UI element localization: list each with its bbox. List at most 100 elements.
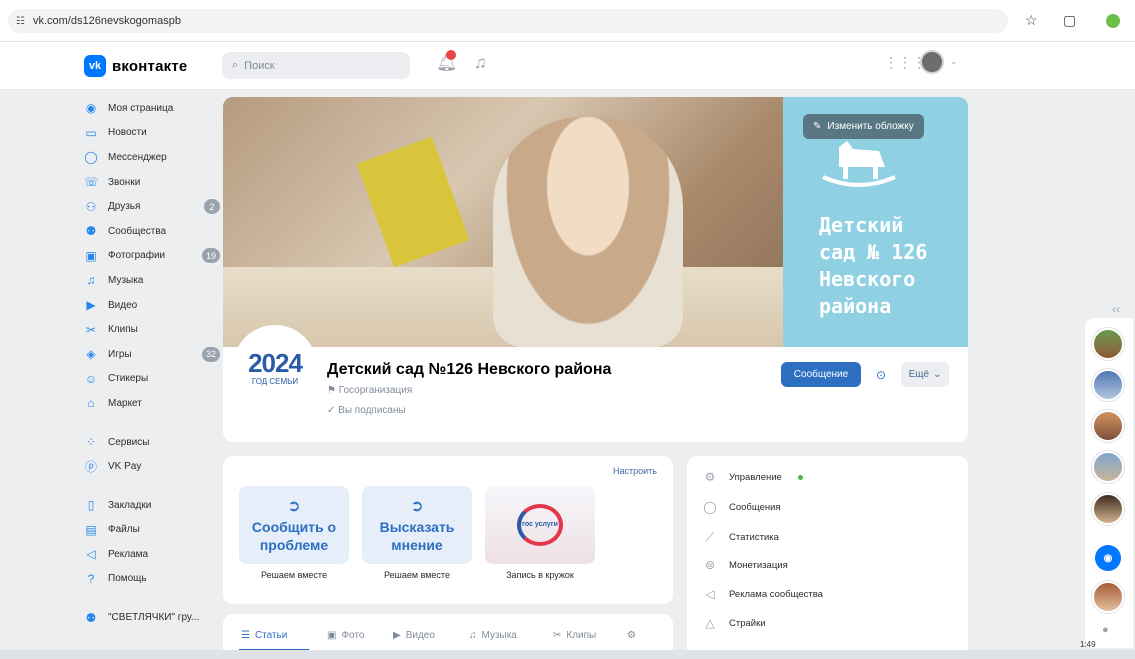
sidebar-item[interactable]: ▤ Файлы bbox=[84, 518, 224, 543]
money-icon: ⊜ bbox=[704, 558, 716, 572]
sidebar-item[interactable]: ⚉ Сообщества bbox=[84, 219, 224, 244]
more-button[interactable]: Ещё ⌄ bbox=[901, 362, 949, 387]
collapse-chevron-icon[interactable]: ‹‹ bbox=[1112, 302, 1120, 316]
widget-give-opinion[interactable]: ➲ Высказать мнение bbox=[362, 486, 472, 564]
sidebar-item-label: Стикеры bbox=[108, 373, 149, 385]
admin-item-messages[interactable]: ◯ Сообщения bbox=[703, 500, 781, 514]
sidebar-item-label: Мессенджер bbox=[108, 151, 167, 163]
cover-photo-child bbox=[493, 117, 683, 347]
chat-avatar[interactable] bbox=[1092, 369, 1124, 401]
search-input[interactable]: ⌕ Поиск bbox=[222, 52, 410, 79]
vk-header: vk вконтакте ⌕ Поиск 🔔︎ ♫ bbox=[0, 42, 1135, 90]
widget-gosuslugi[interactable]: гос услуги bbox=[485, 486, 595, 564]
friends-icon: ⚇ bbox=[85, 199, 97, 214]
configure-link[interactable]: Настроить bbox=[613, 466, 657, 476]
admin-item-strikes[interactable]: △ Страйки bbox=[703, 616, 765, 630]
sidebar-item-label: Помощь bbox=[108, 573, 147, 585]
admin-item-manage[interactable]: ⚙ Управление bbox=[703, 470, 803, 484]
flag-icon: ⚑ bbox=[327, 385, 339, 396]
check-icon: ✓ bbox=[327, 405, 339, 416]
search-icon: ⌕ bbox=[232, 59, 239, 71]
tab-articles[interactable]: ☰ Статьи bbox=[241, 630, 287, 641]
sidebar-item[interactable]: ⌂ Маркет bbox=[84, 391, 224, 416]
sidebar-item[interactable]: ▭ Новости bbox=[84, 121, 224, 146]
chat-avatar[interactable] bbox=[1092, 410, 1124, 442]
vk-logo[interactable]: vk вконтакте bbox=[84, 55, 187, 77]
chat-avatar[interactable] bbox=[1092, 581, 1124, 613]
more-label: Ещё bbox=[908, 369, 930, 380]
chat-bubble-icon[interactable]: ● bbox=[1102, 624, 1109, 636]
chat-avatar[interactable] bbox=[1092, 328, 1124, 360]
tab-label: Фото bbox=[341, 630, 365, 641]
address-bar[interactable]: ☷ vk.com/ds126nevskogomaspb bbox=[8, 9, 1008, 33]
admin-label: Сообщения bbox=[729, 501, 781, 513]
vkpay-icon: ⓟ bbox=[84, 460, 97, 475]
sidebar-item-label: Сообщества bbox=[108, 225, 167, 237]
sidebar-item[interactable]: ⓟ VK Pay bbox=[84, 454, 224, 479]
sidebar-item-label: Моя страница bbox=[108, 102, 174, 114]
widget-report-problem[interactable]: ➲ Сообщить о проблеме bbox=[239, 486, 349, 564]
sidebar-item[interactable]: ⚉ "СВЕТЛЯЧКИ" гру... bbox=[84, 605, 224, 630]
ads-icon: ◁ bbox=[86, 547, 96, 562]
bookmark-star-icon[interactable]: ☆ bbox=[1025, 12, 1038, 29]
donate-icon[interactable]: ⊙ bbox=[867, 362, 895, 387]
sidebar-item[interactable]: ♫ Музыка bbox=[84, 268, 224, 293]
sidebar-item[interactable]: ▶ Видео bbox=[84, 293, 224, 318]
chevron-down-icon[interactable]: ⌄ bbox=[950, 56, 958, 67]
chat-avatar[interactable] bbox=[1092, 451, 1124, 483]
tab-photo[interactable]: ▣ Фото bbox=[327, 630, 364, 641]
video-icon: ▶ bbox=[86, 298, 96, 313]
edit-cover-button[interactable]: ✎ Изменить обложку bbox=[803, 114, 924, 139]
sidebar-item[interactable]: ◯ Мессенджер bbox=[84, 145, 224, 170]
pencil-icon: ✎ bbox=[813, 121, 822, 132]
sidebar-item-label: Звонки bbox=[108, 176, 141, 188]
sidebar-item[interactable]: ? Помощь bbox=[84, 567, 224, 592]
notification-badge bbox=[446, 50, 456, 60]
status-dot bbox=[797, 474, 803, 480]
sidebar-item[interactable]: ▣ Фотографии 19 bbox=[84, 244, 224, 269]
sidebar-item[interactable]: ⚇ Друзья 2 bbox=[84, 194, 224, 219]
feedback-icon: ➲ bbox=[410, 498, 424, 515]
site-info-icon[interactable]: ☷ bbox=[16, 16, 25, 27]
sidebar-item[interactable]: ◁ Реклама bbox=[84, 542, 224, 567]
admin-item-ads[interactable]: ◁ Реклама сообщества bbox=[703, 587, 823, 601]
sidebar-item-label: Маркет bbox=[108, 397, 142, 409]
music-player-icon[interactable]: ♫ bbox=[474, 53, 487, 73]
sidebar-item-label: Музыка bbox=[108, 274, 144, 286]
sidebar-item-label: Новости bbox=[108, 127, 147, 139]
chevron-down-icon: ⌄ bbox=[933, 369, 942, 380]
sidebar-item[interactable]: ⁘ Сервисы bbox=[84, 430, 224, 455]
music-icon: ♫ bbox=[469, 630, 477, 641]
admin-item-stats[interactable]: ⟋ Статистика bbox=[703, 530, 779, 545]
search-placeholder: Поиск bbox=[244, 59, 275, 72]
community-avatar[interactable]: 2024 ГОД СЕМЬИ bbox=[233, 325, 317, 409]
counter-badge: 32 bbox=[201, 346, 220, 362]
sidebar-item-label: VK Pay bbox=[108, 461, 142, 473]
community-type: ⚑ Госорганизация bbox=[327, 385, 412, 396]
sidebar-item[interactable]: ☏ Звонки bbox=[84, 170, 224, 195]
sidebar-item[interactable]: ◈ Игры 32 bbox=[84, 342, 224, 367]
tab-label: Музыка bbox=[481, 630, 517, 641]
tabs-settings-icon[interactable]: ⚙ bbox=[627, 630, 636, 641]
tab-clips[interactable]: ✂ Клипы bbox=[553, 630, 596, 641]
vk-messenger-icon[interactable]: ◉ bbox=[1095, 545, 1121, 571]
widget-caption: Решаем вместе bbox=[384, 570, 450, 580]
user-avatar-menu[interactable] bbox=[920, 50, 944, 74]
sidebar-item[interactable]: ☺ Стикеры bbox=[84, 367, 224, 392]
extensions-icon[interactable]: ▢ bbox=[1063, 12, 1076, 29]
tab-video[interactable]: ▶ Видео bbox=[393, 630, 435, 641]
url-text: vk.com/ds126nevskogomaspb bbox=[32, 15, 181, 27]
sidebar-item[interactable]: ◉ Моя страница bbox=[84, 96, 224, 121]
tab-music[interactable]: ♫ Музыка bbox=[469, 630, 517, 641]
sidebar-item[interactable]: ▯ Закладки bbox=[84, 493, 224, 518]
message-button[interactable]: Сообщение bbox=[781, 362, 861, 387]
taskbar-clock: 1:49 bbox=[1080, 640, 1096, 649]
file-icon: ▤ bbox=[85, 522, 97, 537]
avatar-subtitle: ГОД СЕМЬИ bbox=[251, 377, 299, 386]
admin-item-monetization[interactable]: ⊜ Монетизация bbox=[703, 558, 788, 572]
sidebar-item[interactable]: ✂ Клипы bbox=[84, 317, 224, 342]
gear-icon: ⚙ bbox=[704, 470, 716, 484]
chat-avatar[interactable] bbox=[1092, 493, 1124, 525]
profile-icon[interactable] bbox=[1106, 14, 1120, 28]
subscription-status[interactable]: ✓ Вы подписаны bbox=[327, 405, 406, 416]
